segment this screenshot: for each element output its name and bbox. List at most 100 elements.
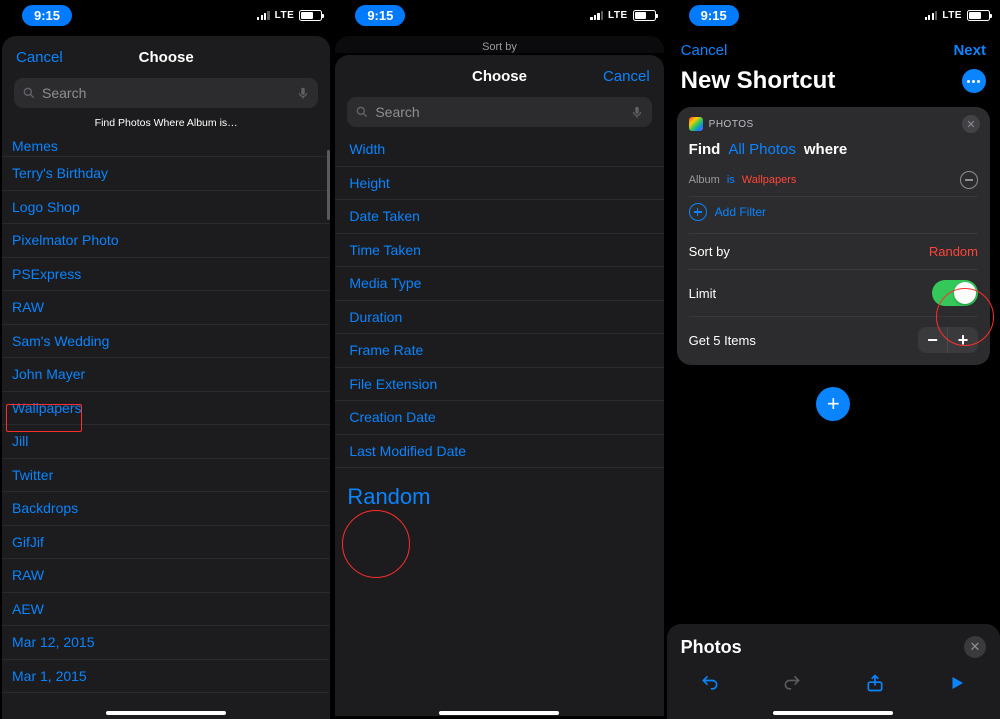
more-button[interactable] [962,69,986,93]
home-indicator[interactable] [439,711,559,715]
status-right: LTE [590,10,655,21]
carrier-label: LTE [608,10,628,21]
stepper-plus[interactable]: + [948,327,978,353]
share-icon[interactable] [864,672,886,694]
add-action-button[interactable]: + [816,387,850,421]
list-item[interactable]: Logo Shop [2,191,330,225]
add-filter-row[interactable]: Add Filter [689,196,978,233]
filter-row: Album is Wallpapers [689,168,978,196]
sheet-header: Choose Cancel [335,55,663,97]
list-item[interactable]: Media Type [335,267,663,301]
status-bar: 9:15 LTE [667,0,1000,30]
limit-label: Limit [689,286,716,301]
list-item[interactable]: Frame Rate [335,334,663,368]
search-placeholder: Search [42,85,290,101]
panel-sort-by: 9:15 LTE Sort by Choose Cancel Search Wi… [333,0,666,719]
list-item[interactable]: Height [335,167,663,201]
next-button[interactable]: Next [953,42,986,59]
sort-by-row[interactable]: Sort by Random [689,233,978,269]
search-icon [355,105,369,119]
list-item[interactable]: Jill [2,425,330,459]
stepper-minus[interactable]: − [918,327,948,353]
list-item[interactable]: File Extension [335,368,663,402]
sheet-title: Choose [139,49,194,66]
list-item[interactable]: Twitter [2,459,330,493]
remove-filter-button[interactable] [960,171,978,189]
action-header: PHOTOS [689,117,978,131]
album-list[interactable]: Memes Terry's Birthday Logo Shop Pixelma… [2,135,330,719]
list-item[interactable]: Date Taken [335,200,663,234]
scroll-indicator[interactable] [327,150,330,220]
sort-picker-sheet: Choose Cancel Search Width Height Date T… [335,55,663,716]
list-item[interactable]: Mar 12, 2015 [2,626,330,660]
cancel-button[interactable]: Cancel [16,36,63,78]
sort-by-value[interactable]: Random [929,244,978,259]
cancel-button[interactable]: Cancel [681,42,728,59]
search-field[interactable]: Search [347,97,651,127]
list-item[interactable]: Duration [335,301,663,335]
all-photos-token[interactable]: All Photos [728,141,796,158]
list-item[interactable]: Memes [2,135,330,157]
search-placeholder: Search [375,104,623,120]
status-right: LTE [925,10,990,21]
find-row: Find All Photos where [689,131,978,168]
status-bar: 9:15 LTE [333,0,665,30]
list-item[interactable]: Time Taken [335,234,663,268]
find-keyword: Find [689,141,721,158]
items-stepper[interactable]: − + [918,327,978,353]
status-right: LTE [257,10,322,21]
sort-option-random[interactable]: Random [335,468,663,518]
get-items-row: Get 5 Items − + [689,316,978,365]
status-bar: 9:15 LTE [0,0,332,30]
prompt-subtitle: Find Photos Where Album is… [2,114,330,135]
list-item[interactable]: AEW [2,593,330,627]
search-field[interactable]: Search [14,78,318,108]
filter-value[interactable]: Wallpapers [742,174,797,186]
drawer-header: Photos ✕ [681,632,986,666]
list-item-wallpapers[interactable]: Wallpapers [2,392,330,426]
status-time: 9:15 [355,5,405,26]
list-item[interactable]: Creation Date [335,401,663,435]
home-indicator[interactable] [106,711,226,715]
list-item[interactable]: RAW [2,291,330,325]
play-icon[interactable] [946,672,968,694]
sheet-title: Choose [472,68,527,85]
filter-field[interactable]: Album [689,174,720,186]
drawer-close-button[interactable]: ✕ [964,636,986,658]
list-item[interactable]: Pixelmator Photo [2,224,330,258]
filter-operator[interactable]: is [727,174,735,186]
panel-new-shortcut: 9:15 LTE Cancel Next New Shortcut PHOTOS… [667,0,1000,719]
list-item[interactable]: PSExpress [2,258,330,292]
list-item[interactable]: Terry's Birthday [2,157,330,191]
signal-icon [590,10,603,20]
list-item[interactable]: Mar 1, 2015 [2,660,330,694]
carrier-label: LTE [275,10,295,21]
cancel-button[interactable]: Cancel [603,55,650,97]
limit-toggle[interactable] [932,280,978,306]
sort-options-list[interactable]: Width Height Date Taken Time Taken Media… [335,133,663,716]
action-drawer[interactable]: Photos ✕ [667,624,1000,719]
nav-bar: Cancel Next [667,30,1000,63]
page-title: New Shortcut [681,67,836,95]
list-item[interactable]: John Mayer [2,358,330,392]
mic-icon[interactable] [296,86,310,100]
undo-icon[interactable] [699,672,721,694]
list-item[interactable]: Last Modified Date [335,435,663,469]
list-item[interactable]: RAW [2,559,330,593]
list-item[interactable]: GifJif [2,526,330,560]
list-item[interactable]: Width [335,133,663,167]
signal-icon [925,10,938,20]
list-item[interactable]: Backdrops [2,492,330,526]
status-time: 9:15 [689,5,739,26]
carrier-label: LTE [942,10,962,21]
remove-action-button[interactable]: ✕ [962,115,980,133]
search-icon [22,86,36,100]
redo-icon[interactable] [781,672,803,694]
action-app-label: PHOTOS [709,119,754,130]
list-item[interactable]: Sam's Wedding [2,325,330,359]
album-picker-sheet: Cancel Choose Search Find Photos Where A… [2,36,330,719]
mic-icon[interactable] [630,105,644,119]
drawer-toolbar [681,666,986,694]
home-indicator[interactable] [773,711,893,715]
panel-choose-album: 9:15 LTE Cancel Choose Search Find Photo… [0,0,333,719]
